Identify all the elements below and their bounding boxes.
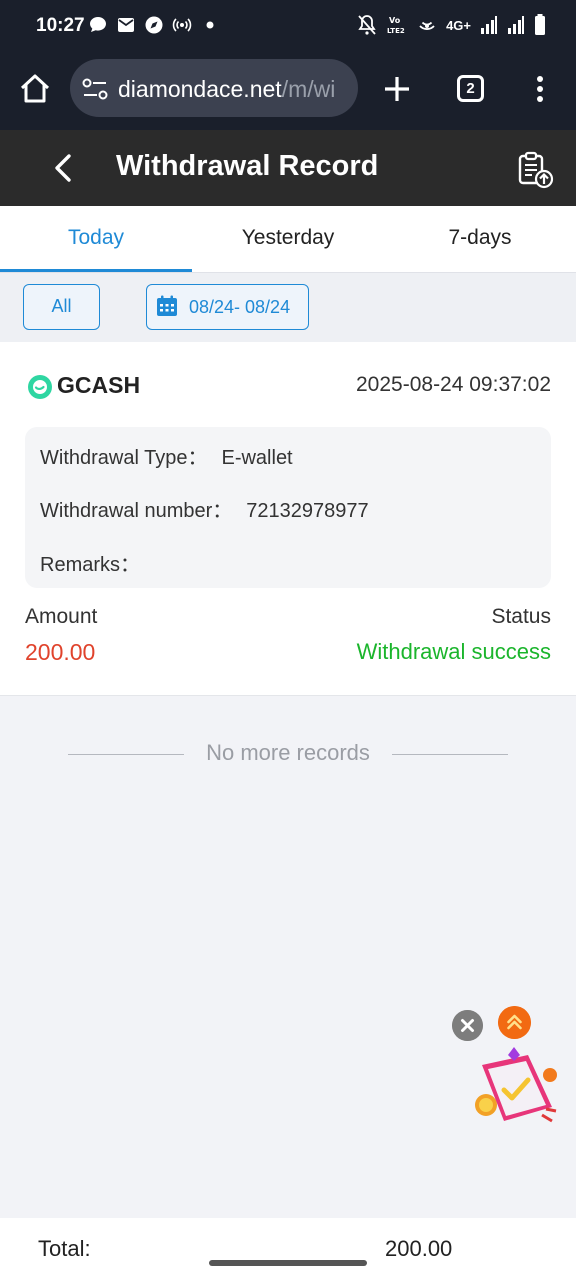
remarks-label: Remarks：: [40, 554, 141, 576]
signal-icon: [481, 16, 497, 34]
withdrawal-record-card[interactable]: GCASH 2025-08-24 09:37:02 Withdrawal Typ…: [0, 342, 576, 696]
battery-icon: [535, 14, 545, 35]
withdrawal-number-row: Withdrawal number： 72132978977: [40, 494, 369, 523]
svg-text:Vo: Vo: [389, 16, 401, 25]
tab-today[interactable]: Today: [0, 206, 192, 272]
status-time: 10:27: [36, 15, 85, 36]
page-title: Withdrawal Record: [116, 150, 379, 182]
clipboard-upload-icon[interactable]: [515, 150, 555, 190]
system-icons: Vo LTE2 4G+: [357, 14, 546, 36]
hotspot-icon: [172, 18, 192, 32]
date-tabs: Today Yesterday 7-days: [0, 206, 576, 272]
record-datetime: 2025-08-24 09:37:02: [356, 373, 551, 396]
close-icon[interactable]: [452, 1010, 483, 1041]
network-type: 4G+: [446, 17, 471, 33]
home-indicator[interactable]: [209, 1260, 367, 1266]
withdrawal-number-value: 72132978977: [246, 500, 369, 522]
url-path: /m/wi: [281, 76, 336, 102]
chevron-left-icon[interactable]: [48, 152, 78, 184]
list-end-text: No more records: [206, 740, 370, 765]
promo-gift-icon[interactable]: [472, 1045, 562, 1135]
mute-icon: [358, 15, 376, 35]
tab-switcher-button[interactable]: 2: [457, 75, 484, 102]
site-settings-icon[interactable]: [82, 78, 108, 100]
notification-icons: [88, 15, 220, 35]
browser-toolbar: diamondace.net/m/wi 2: [0, 54, 576, 130]
divider: [392, 754, 508, 755]
filter-bar: All 08/24- 08/24: [0, 272, 576, 342]
total-footer: Total: 200.00: [0, 1218, 576, 1280]
tab-yesterday[interactable]: Yesterday: [192, 206, 384, 272]
payment-method-name: GCASH: [57, 372, 141, 398]
withdrawal-number-label: Withdrawal number：: [40, 500, 233, 522]
home-icon[interactable]: [18, 72, 52, 106]
app-header: Withdrawal Record: [0, 130, 576, 206]
tab-7-days[interactable]: 7-days: [384, 206, 576, 272]
amount-value: 200.00: [25, 639, 96, 665]
withdrawal-type-row: Withdrawal Type： E-wallet: [40, 441, 293, 470]
total-label: Total:: [38, 1236, 91, 1261]
url-domain: diamondace.net: [118, 76, 282, 102]
status-value: Withdrawal success: [356, 639, 551, 664]
svg-text:LTE2: LTE2: [387, 27, 405, 35]
list-end-indicator: No more records: [68, 740, 508, 768]
date-range-text: 08/24- 08/24: [189, 297, 291, 317]
scroll-to-top-icon[interactable]: [498, 1006, 531, 1039]
amount-label: Amount: [25, 605, 98, 628]
mail-icon: [118, 18, 134, 32]
url-text: diamondace.net/m/wi: [118, 76, 335, 103]
dot-icon: [206, 21, 214, 29]
wifi-icon: [419, 21, 435, 30]
status-bar: 10:27 Vo LTE2 4G+: [0, 0, 576, 54]
signal-icon: [508, 16, 524, 34]
gcash-logo-icon: [28, 375, 52, 399]
date-range-button[interactable]: 08/24- 08/24: [146, 284, 309, 330]
record-details: Withdrawal Type： E-wallet Withdrawal numb…: [25, 427, 551, 588]
withdrawal-type-label: Withdrawal Type：: [40, 447, 208, 469]
total-value: 200.00: [385, 1236, 453, 1261]
filter-all-button[interactable]: All: [23, 284, 100, 330]
status-label: Status: [491, 605, 551, 628]
more-vert-icon[interactable]: [530, 74, 550, 104]
plus-icon[interactable]: [382, 74, 412, 104]
address-bar[interactable]: diamondace.net/m/wi: [70, 59, 358, 117]
remarks-row: Remarks：: [40, 548, 154, 577]
calendar-icon: [157, 295, 177, 316]
volte-icon: Vo LTE2: [387, 16, 405, 35]
chat-icon: [90, 17, 106, 32]
withdrawal-type-value: E-wallet: [221, 447, 293, 469]
compass-icon: [145, 16, 163, 34]
